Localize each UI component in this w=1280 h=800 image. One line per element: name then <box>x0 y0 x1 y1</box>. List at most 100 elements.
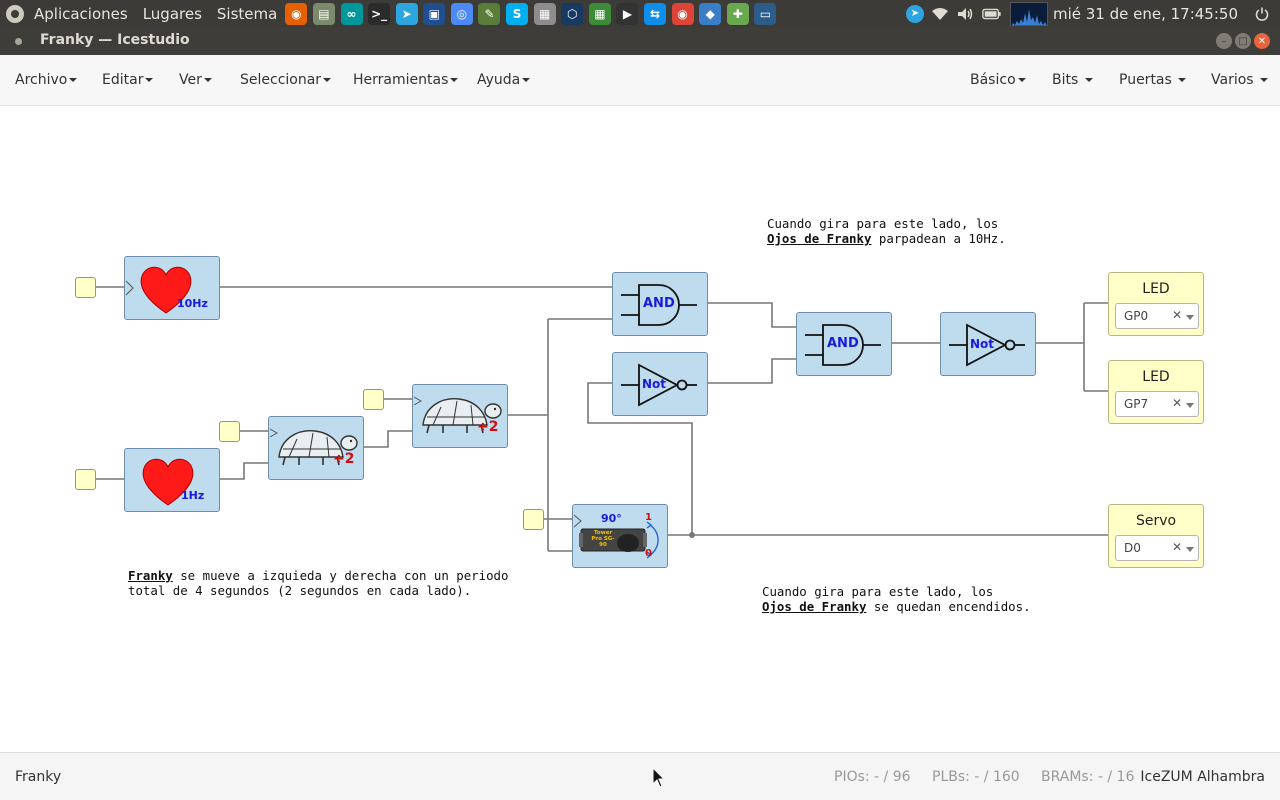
menu-editar-label: Editar <box>102 72 144 88</box>
menu-ver[interactable]: Ver <box>179 72 212 88</box>
volume-icon[interactable] <box>956 4 976 24</box>
dropdown-arrow-icon[interactable] <box>1186 547 1194 552</box>
freecad-icon[interactable]: ◆ <box>699 2 722 25</box>
telegram-icon[interactable]: ➤ <box>395 2 418 25</box>
input-port[interactable] <box>219 421 240 442</box>
pin-select-value: GP7 <box>1124 397 1149 411</box>
comment-left[interactable]: Franky se mueve a izquieda y derecha con… <box>128 568 508 598</box>
menu-aplicaciones[interactable]: Aplicaciones <box>34 5 128 23</box>
wire <box>220 462 268 480</box>
system-tools-icon[interactable]: ✎ <box>478 2 501 25</box>
virtualbox-icon[interactable]: ⬡ <box>561 2 584 25</box>
clock[interactable]: mié 31 de ene, 17:45:50 <box>1053 5 1238 23</box>
input-port[interactable] <box>363 389 384 410</box>
minimize-button[interactable]: – <box>1216 33 1232 49</box>
wire <box>708 358 796 384</box>
heartbeat-10hz-label: 10Hz <box>177 297 208 310</box>
divider-block[interactable]: ÷2 <box>412 384 508 448</box>
menu-basico[interactable]: Básico <box>970 72 1026 88</box>
teamviewer-icon[interactable]: ⇆ <box>644 2 667 25</box>
dropdown-arrow-icon[interactable] <box>1186 403 1194 408</box>
led-output-block[interactable]: LED GP7 ✕ <box>1108 360 1204 424</box>
led-output-block[interactable]: LED GP0 ✕ <box>1108 272 1204 336</box>
menu-archivo[interactable]: Archivo <box>15 72 78 88</box>
menu-seleccionar[interactable]: Seleccionar <box>240 72 332 88</box>
menu-bits[interactable]: Bits <box>1052 72 1093 88</box>
pin-select[interactable]: GP7 ✕ <box>1115 391 1199 417</box>
servo-angle-label: 90° <box>601 512 622 525</box>
caret-down-icon <box>522 78 531 82</box>
maximize-button[interactable]: □ <box>1235 33 1251 49</box>
ubuntu-logo-icon[interactable] <box>6 4 24 23</box>
menu-varios[interactable]: Varios <box>1211 72 1269 88</box>
cpu-monitor-icon[interactable] <box>1009 1 1048 26</box>
clear-icon[interactable]: ✕ <box>1172 308 1182 322</box>
menu-sistema[interactable]: Sistema <box>217 5 277 23</box>
board-selector[interactable]: IceZUM Alhambra <box>1140 769 1265 785</box>
monitor-icon[interactable]: ▭ <box>754 2 777 25</box>
telegram-tray-icon[interactable]: ➤ <box>905 4 924 23</box>
pin-select[interactable]: GP0 ✕ <box>1115 303 1199 329</box>
system-panel: Aplicaciones Lugares Sistema ◉ ▤ ∞ >_ ➤ ▣ ◎ ✎ S ▦… <box>0 0 1280 27</box>
not-gate-block[interactable]: Not <box>612 352 708 416</box>
input-port[interactable] <box>523 509 544 530</box>
network-tool-icon[interactable]: ✚ <box>726 2 749 25</box>
caret-down-icon <box>1178 78 1187 82</box>
pin-select-value: D0 <box>1124 541 1141 555</box>
arduino-icon[interactable]: ∞ <box>340 2 363 25</box>
file-manager-icon[interactable]: ▤ <box>312 2 335 25</box>
power-icon[interactable] <box>1252 4 1272 24</box>
turtle-icon <box>413 396 502 434</box>
caret-down-icon <box>203 78 212 82</box>
and-gate-block[interactable]: AND <box>796 312 892 376</box>
heartbeat-1hz-block[interactable]: 1Hz <box>124 448 220 512</box>
window-titlebar: Franky — Icestudio – □ ✕ <box>0 27 1280 55</box>
divider-a-label: ÷2 <box>333 451 355 467</box>
divider-b-label: ÷2 <box>477 419 499 435</box>
menu-puertas[interactable]: Puertas <box>1119 72 1187 88</box>
servo-brand-label: Tower Pro SG-90 <box>591 530 615 548</box>
menu-editar[interactable]: Editar <box>102 72 154 88</box>
clear-icon[interactable]: ✕ <box>1172 540 1182 554</box>
input-port[interactable] <box>75 469 96 490</box>
calculator-icon[interactable]: ▦ <box>533 2 556 25</box>
media-player-icon[interactable]: ▶ <box>616 2 639 25</box>
close-button[interactable]: ✕ <box>1254 33 1270 49</box>
battery-icon[interactable] <box>982 4 1002 24</box>
remote-desktop-icon[interactable]: ▣ <box>423 2 446 25</box>
comment-top-rest: parpadean a 10Hz. <box>871 231 1006 246</box>
menu-herramientas[interactable]: Herramientas <box>353 72 459 88</box>
firefox-icon[interactable]: ◉ <box>285 2 308 25</box>
comment-bottom-bold: Ojos de Franky <box>762 599 867 614</box>
wifi-icon[interactable] <box>930 4 950 24</box>
terminal-icon[interactable]: >_ <box>368 2 391 25</box>
heartbeat-10hz-block[interactable]: 10Hz <box>124 256 220 320</box>
circuit-canvas[interactable]: 10Hz 1Hz ÷2 ÷2 AND Not AND Not 90° Tower… <box>0 106 1280 752</box>
caret-down-icon <box>1084 78 1093 82</box>
menu-archivo-label: Archivo <box>15 72 68 88</box>
dropdown-arrow-icon[interactable] <box>1186 315 1194 320</box>
not-out-label: Not <box>970 337 995 351</box>
comment-bottom[interactable]: Cuando gira para este lado, los Ojos de … <box>762 584 1031 614</box>
comment-left-line2: total de 4 segundos (2 segundos en cada … <box>128 583 472 598</box>
window-menu-icon[interactable] <box>15 38 22 45</box>
clear-icon[interactable]: ✕ <box>1172 396 1182 410</box>
turtle-icon <box>269 428 358 466</box>
divider-block[interactable]: ÷2 <box>268 416 364 480</box>
pin-select[interactable]: D0 ✕ <box>1115 535 1199 561</box>
menu-ayuda[interactable]: Ayuda <box>477 72 531 88</box>
comment-top[interactable]: Cuando gira para este lado, los Ojos de … <box>767 216 1006 246</box>
menu-lugares[interactable]: Lugares <box>143 5 202 23</box>
skype-icon[interactable]: S <box>506 2 529 25</box>
pin-select-value: GP0 <box>1124 309 1149 323</box>
chromium-icon[interactable]: ◎ <box>450 2 473 25</box>
servo-output-block[interactable]: Servo D0 ✕ <box>1108 504 1204 568</box>
input-port[interactable] <box>75 277 96 298</box>
comment-top-bold: Ojos de Franky <box>767 231 872 246</box>
and-gate-block[interactable]: AND <box>612 272 708 336</box>
not-gate-block[interactable]: Not <box>940 312 1036 376</box>
menu-herramientas-label: Herramientas <box>353 72 449 88</box>
spreadsheet-icon[interactable]: ▦ <box>588 2 611 25</box>
chrome-icon[interactable]: ◉ <box>671 2 694 25</box>
servo-block[interactable]: 90° Tower Pro SG-90 1 0 <box>572 504 668 568</box>
